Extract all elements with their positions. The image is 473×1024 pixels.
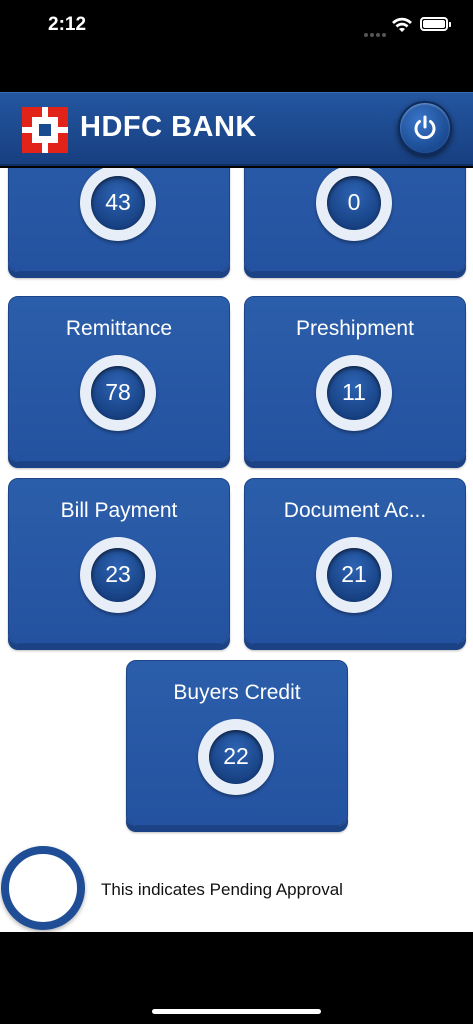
pending-count: 11 [342, 379, 366, 405]
legend-text: This indicates Pending Approval [101, 880, 343, 899]
tile-document-acceptance[interactable]: Document Ac... 21 [244, 478, 466, 644]
tile-category-2[interactable]: 0 [244, 168, 466, 272]
dashboard-grid[interactable]: 43 0 Remittance 78 Preshipment 11 Bill P… [0, 168, 473, 932]
status-bar: 2:12 [0, 0, 473, 52]
tile-preshipment[interactable]: Preshipment 11 [244, 296, 466, 462]
hdfc-logo-icon [22, 107, 68, 153]
tile-label: Bill Payment [60, 499, 178, 522]
pending-count: 22 [223, 743, 249, 769]
pending-count-badge: 22 [198, 719, 274, 795]
power-icon [414, 115, 436, 140]
tile-label: Remittance [65, 317, 173, 340]
tile-label: Preshipment [296, 317, 414, 340]
pending-count: 21 [341, 561, 367, 587]
wifi-icon [392, 17, 412, 32]
tile-buyers-credit[interactable]: Buyers Credit 22 [126, 660, 348, 826]
tile-remittance[interactable]: Remittance 78 [8, 296, 230, 462]
brand-name: HDFC BANK [80, 111, 257, 143]
pending-count: 0 [347, 189, 361, 215]
pending-count: 43 [105, 189, 131, 215]
tile-label: Buyers Credit [173, 681, 301, 704]
pending-count-badge: 78 [80, 355, 156, 431]
pending-count-badge: 43 [80, 168, 156, 241]
pending-count-badge: 23 [80, 537, 156, 613]
logout-button[interactable] [398, 101, 452, 155]
home-indicator[interactable] [152, 1009, 321, 1014]
pending-count-badge: 11 [316, 355, 392, 431]
pending-count-badge: 0 [316, 168, 392, 241]
pending-count: 23 [105, 561, 131, 587]
tile-category-1[interactable]: 43 [8, 168, 230, 272]
pending-count: 78 [105, 379, 131, 405]
status-time: 2:12 [48, 14, 87, 35]
pending-approval-legend-icon [1, 846, 85, 930]
pending-count-badge: 21 [316, 537, 392, 613]
tile-bill-payment[interactable]: Bill Payment 23 [8, 478, 230, 644]
tile-label: Document Ac... [283, 499, 427, 522]
app-header: HDFC BANK [0, 92, 473, 166]
battery-icon [420, 17, 451, 31]
cellular-signal-icon [364, 24, 388, 42]
